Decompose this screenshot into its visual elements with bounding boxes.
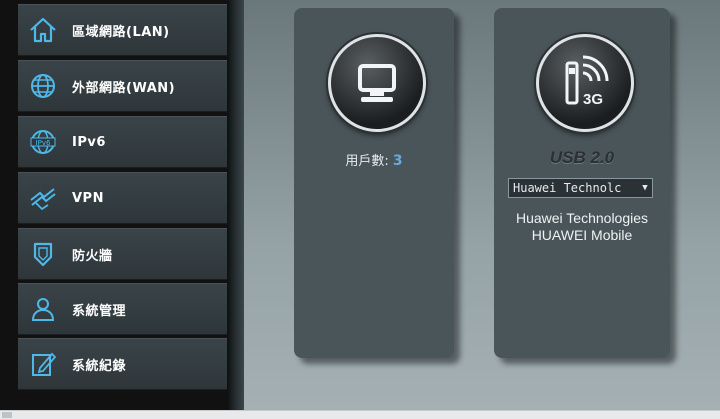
sidebar-item-wan[interactable]: 外部網路(WAN)	[18, 60, 227, 112]
usb-desc-line2: HUAWEI Mobile	[531, 227, 633, 243]
client-count-row: 用戶數: 3	[294, 150, 454, 169]
sidebar-item-administration[interactable]: 系統管理	[18, 283, 227, 335]
sidebar-item-label: 系統紀錄	[72, 358, 127, 374]
monitor-icon	[358, 64, 396, 102]
chevron-down-icon: ▼	[642, 183, 648, 193]
sidebar-divider	[228, 0, 244, 410]
sidebar-item-label: IPv6	[72, 134, 106, 150]
sidebar-item-label: 系統管理	[72, 303, 127, 319]
usb-desc-line1: Huawei Technologies	[515, 210, 649, 226]
client-count-label: 用戶數:	[345, 154, 389, 169]
svg-text:IPv6: IPv6	[36, 139, 51, 147]
usb-device-button[interactable]: 3G	[536, 34, 634, 132]
user-admin-icon	[28, 294, 58, 324]
usb-device-select[interactable]: Huawei Technolc ▼	[508, 178, 653, 198]
sidebar: 區域網路(LAN) 外部網路(WAN) IPv6 IPv6 VPN 防火牆 系統…	[0, 0, 229, 410]
scrollbar-thumb[interactable]	[2, 412, 12, 418]
sidebar-item-label: 防火牆	[72, 248, 113, 264]
home-icon	[28, 15, 58, 45]
sidebar-item-vpn[interactable]: VPN	[18, 172, 227, 224]
sidebar-item-lan[interactable]: 區域網路(LAN)	[18, 4, 227, 56]
usb-device-description: Huawei Technologies HUAWEI Mobile	[494, 210, 670, 244]
usb-icon-text: 3G	[583, 91, 603, 108]
clients-button[interactable]	[328, 34, 426, 132]
sidebar-item-label: 外部網路(WAN)	[72, 80, 176, 96]
sidebar-item-label: 區域網路(LAN)	[72, 24, 170, 40]
usb-device-selected: Huawei Technolc	[513, 181, 622, 195]
globe-icon	[28, 71, 58, 101]
sidebar-item-firewall[interactable]: 防火牆	[18, 228, 227, 280]
shield-icon	[28, 239, 58, 269]
sidebar-item-system-log[interactable]: 系統紀錄	[18, 338, 227, 390]
usb-3g-modem-icon: 3G	[565, 55, 609, 108]
sidebar-item-label: VPN	[72, 190, 104, 206]
client-count-value[interactable]: 3	[393, 153, 403, 169]
log-edit-icon	[28, 349, 58, 379]
usb-title: USB 2.0	[549, 148, 615, 167]
vpn-icon	[28, 183, 58, 213]
ipv6-globe-icon: IPv6	[28, 127, 58, 157]
sidebar-item-ipv6[interactable]: IPv6 IPv6	[18, 116, 227, 168]
